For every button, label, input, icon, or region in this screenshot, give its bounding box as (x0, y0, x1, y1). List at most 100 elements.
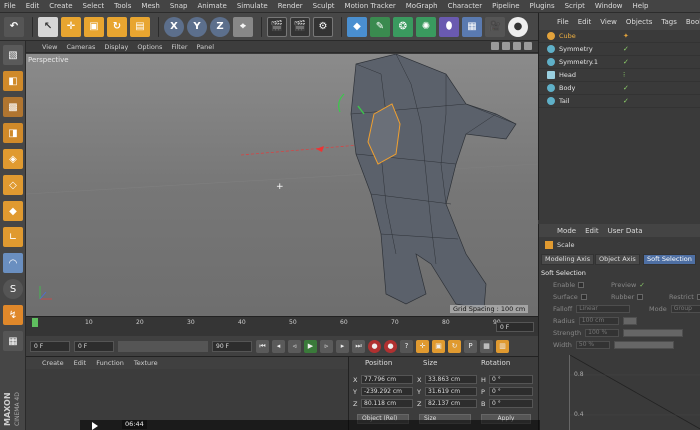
tab-modeling-axis[interactable]: Modeling Axis (541, 254, 595, 265)
position-x-field[interactable]: 77.796 cm (361, 375, 413, 384)
menu-item-select[interactable]: Select (83, 2, 105, 10)
enabled-check-icon[interactable]: ✓ (623, 97, 629, 105)
object-menu-file[interactable]: File (557, 18, 569, 26)
lock-workplane-icon[interactable]: ▦ (3, 331, 23, 351)
object-row[interactable]: Tail ✓ (539, 95, 700, 108)
perspective-viewport[interactable]: + Perspective Grid Spacing : 100 cm (26, 54, 538, 316)
menu-item-help[interactable]: Help (633, 2, 649, 10)
timeline[interactable]: 0102030405060708090 0 F (26, 316, 538, 336)
menu-item-simulate[interactable]: Simulate (237, 2, 268, 10)
video-play-icon[interactable] (92, 422, 98, 430)
preview-row[interactable]: Preview ✓ (611, 281, 645, 289)
material-menu-create[interactable]: Create (42, 359, 64, 367)
polygons-mode-icon[interactable]: ◆ (3, 201, 23, 221)
y-axis-button[interactable]: Y (187, 16, 207, 37)
previous-frame-icon[interactable]: ◃ (288, 339, 301, 353)
rotation-h-field[interactable]: 0 ° (489, 375, 533, 384)
video-progress-bar[interactable] (80, 420, 540, 430)
frame-range-slider[interactable] (118, 340, 208, 352)
min-frame-field[interactable]: 0 F (74, 340, 114, 352)
viewport-zoom-icon[interactable] (502, 42, 510, 50)
render-view-icon[interactable]: 🎬 (267, 16, 287, 37)
width-slider[interactable] (613, 341, 674, 349)
viewport-menu-filter[interactable]: Filter (171, 43, 187, 51)
parameter-key-icon[interactable]: P (464, 339, 477, 353)
enabled-check-icon[interactable]: ✓ (623, 84, 629, 92)
position-y-field[interactable]: -239.292 cm (361, 387, 413, 396)
visibility-dots-icon[interactable]: ⁝ (623, 71, 625, 79)
menu-item-file[interactable]: File (4, 2, 16, 10)
timeline-icon[interactable]: ▥ (496, 339, 509, 353)
object-menu-view[interactable]: View (600, 18, 617, 26)
rotate-tool-icon[interactable]: ↻ (107, 16, 127, 37)
viewport-menu-view[interactable]: View (42, 43, 57, 51)
light-icon[interactable]: ● (508, 16, 528, 37)
viewport-rotate-icon[interactable] (513, 42, 521, 50)
menu-item-character[interactable]: Character (448, 2, 483, 10)
next-key-icon[interactable]: ▸ (336, 339, 349, 353)
viewport-menu-cameras[interactable]: Cameras (66, 43, 95, 51)
falloff-select[interactable]: Linear (576, 305, 631, 313)
render-picture-viewer-icon[interactable]: 🎬 (290, 16, 310, 37)
current-frame-field[interactable]: 0 F (496, 322, 534, 332)
go-to-start-icon[interactable]: ⏮ (256, 339, 269, 353)
size-z-field[interactable]: 82.137 cm (425, 399, 477, 408)
model-mode-icon[interactable]: ◧ (3, 71, 23, 91)
object-row[interactable]: Symmetry ✓ (539, 43, 700, 56)
surface-checkbox[interactable] (580, 294, 587, 300)
coordinate-system-icon[interactable]: ⌖ (233, 16, 253, 37)
width-row[interactable]: Width 50 % (553, 341, 674, 349)
menu-item-window[interactable]: Window (595, 2, 623, 10)
rotation-key-icon[interactable]: ↻ (448, 339, 461, 353)
menu-item-create[interactable]: Create (49, 2, 72, 10)
go-to-end-icon[interactable]: ⏭ (352, 339, 365, 353)
playhead-marker[interactable] (32, 318, 38, 327)
viewport-menu-panel[interactable]: Panel (197, 43, 215, 51)
point-level-key-icon[interactable]: ▦ (480, 339, 493, 353)
magnet-icon[interactable]: ↯ (3, 305, 23, 325)
width-field[interactable]: 50 % (575, 341, 610, 349)
enabled-check-icon[interactable]: ✓ (623, 58, 629, 66)
render-settings-icon[interactable]: ⚙ (313, 16, 333, 37)
preview-check-icon[interactable]: ✓ (639, 281, 644, 289)
strength-row[interactable]: Strength 100 % (553, 329, 684, 337)
texture-mode-icon[interactable]: ▩ (3, 97, 23, 117)
scene-icon[interactable]: ▦ (462, 16, 482, 37)
snap-icon[interactable]: S (3, 279, 23, 299)
workplane-icon[interactable]: ◨ (3, 123, 23, 143)
spline-pen-icon[interactable]: ✎ (370, 16, 390, 37)
deformer-icon[interactable]: ⬮ (439, 16, 459, 37)
position-key-icon[interactable]: ✛ (416, 339, 429, 353)
menu-item-edit[interactable]: Edit (26, 2, 40, 10)
object-row[interactable]: Symmetry.1 ✓ (539, 56, 700, 69)
tab-object-axis[interactable]: Object Axis (595, 254, 640, 265)
menu-item-tools[interactable]: Tools (114, 2, 131, 10)
object-row[interactable]: Body ✓ (539, 82, 700, 95)
edges-mode-icon[interactable]: ◇ (3, 175, 23, 195)
menu-item-mograph[interactable]: MoGraph (406, 2, 438, 10)
viewport-pan-icon[interactable] (491, 42, 499, 50)
scale-tool-icon[interactable]: ▣ (84, 16, 104, 37)
array-icon[interactable]: ✺ (416, 16, 436, 37)
falloff-graph[interactable]: 0.8 0.4 (569, 354, 700, 430)
axis-mode-icon[interactable]: ∟ (3, 227, 23, 247)
mode-select[interactable]: Group (670, 305, 700, 313)
menu-item-motion-tracker[interactable]: Motion Tracker (345, 2, 396, 10)
keyframe-selection-icon[interactable]: ? (400, 339, 413, 353)
object-menu-bookm[interactable]: Bookm (686, 18, 700, 26)
menu-item-pipeline[interactable]: Pipeline (492, 2, 519, 10)
autokey-icon[interactable]: ● (384, 339, 397, 353)
attribute-menu-edit[interactable]: Edit (585, 227, 599, 235)
previous-key-icon[interactable]: ◂ (272, 339, 285, 353)
viewport-maximize-icon[interactable] (524, 42, 532, 50)
falloff-row[interactable]: Falloff Linear (553, 305, 631, 313)
camera-icon[interactable]: 🎥 (485, 16, 505, 37)
tab-soft-selection[interactable]: Soft Selection (643, 254, 696, 265)
strength-field[interactable]: 100 % (585, 329, 620, 337)
menu-item-animate[interactable]: Animate (197, 2, 226, 10)
points-mode-icon[interactable]: ◈ (3, 149, 23, 169)
scale-key-icon[interactable]: ▣ (432, 339, 445, 353)
menu-item-script[interactable]: Script (565, 2, 585, 10)
size-x-field[interactable]: 33.863 cm (425, 375, 477, 384)
position-z-field[interactable]: 80.118 cm (361, 399, 413, 408)
